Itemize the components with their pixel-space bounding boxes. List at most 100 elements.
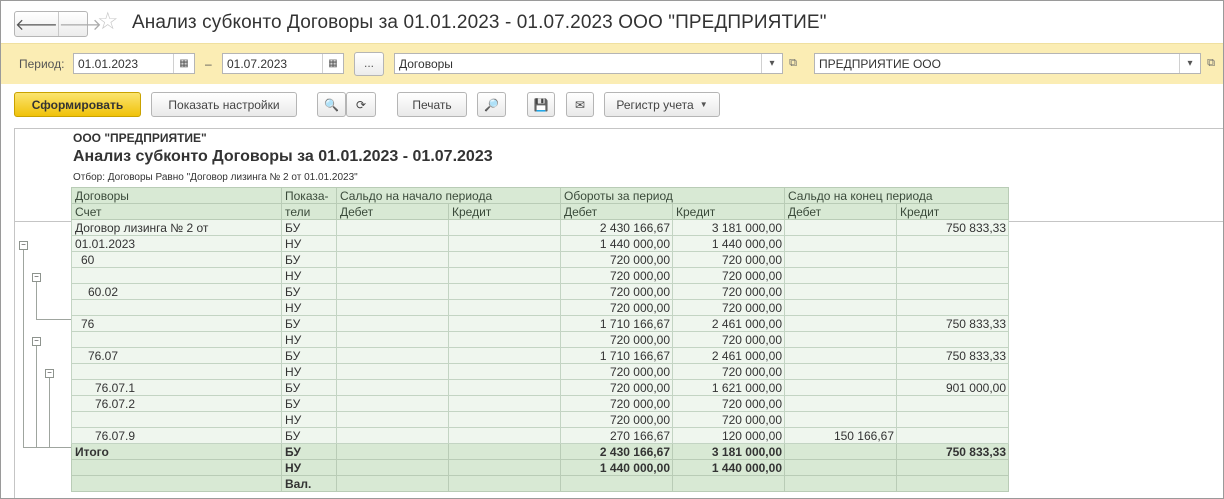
opening-credit <box>448 219 561 236</box>
calendar-icon[interactable]: ▦ <box>322 54 343 73</box>
organization-select[interactable]: ПРЕДПРИЯТИЕ ООО ▾ <box>814 53 1201 74</box>
turnover-credit <box>672 475 785 492</box>
report-window: 🡐 🡒 ☆ Анализ субконто Договоры за 01.01.… <box>0 0 1224 499</box>
row-indicator: Вал. <box>281 475 337 492</box>
opening-credit <box>448 443 561 460</box>
collapse-group-icon[interactable]: − <box>45 369 54 378</box>
row-account <box>71 267 282 284</box>
opening-debit <box>336 235 449 252</box>
closing-credit <box>896 235 1009 252</box>
closing-debit <box>784 251 897 268</box>
turnover-debit: 720 000,00 <box>560 411 673 428</box>
open-icon[interactable]: ⧉ <box>1201 53 1221 74</box>
turnover-debit: 720 000,00 <box>560 267 673 284</box>
opening-credit <box>448 331 561 348</box>
date-from-field[interactable]: 01.01.2023 ▦ <box>73 53 195 74</box>
open-icon[interactable]: ⧉ <box>783 53 803 74</box>
table-row[interactable]: НУ 720 000,00 720 000,00 <box>71 299 1009 316</box>
parameters-bar: Период: 01.01.2023 ▦ – 01.07.2023 ▦ ... … <box>1 43 1223 85</box>
chevron-down-icon[interactable]: ▾ <box>761 54 782 73</box>
turnover-credit: 3 181 000,00 <box>672 219 785 236</box>
turnover-credit: 720 000,00 <box>672 283 785 300</box>
total-row[interactable]: НУ 1 440 000,00 1 440 000,00 <box>71 459 1009 476</box>
mail-icon[interactable]: ✉ <box>566 92 594 117</box>
closing-debit <box>784 347 897 364</box>
opening-credit <box>448 235 561 252</box>
save-icon[interactable]: 💾 <box>527 92 555 117</box>
back-arrow-icon[interactable]: 🡐 <box>15 12 58 36</box>
row-indicator: БУ <box>281 283 337 300</box>
closing-credit: 750 833,33 <box>896 347 1009 364</box>
total-row[interactable]: Вал. <box>71 475 1009 492</box>
closing-credit: 750 833,33 <box>896 219 1009 236</box>
row-account: 76.07.9 <box>71 427 282 444</box>
turnover-debit: 720 000,00 <box>560 379 673 396</box>
turnover-debit: 720 000,00 <box>560 283 673 300</box>
turnover-credit: 720 000,00 <box>672 331 785 348</box>
closing-debit <box>784 299 897 316</box>
opening-debit <box>336 283 449 300</box>
table-row[interactable]: 76 БУ 1 710 166,67 2 461 000,00 750 833,33 <box>71 315 1009 332</box>
table-row[interactable]: 76.07.9 БУ 270 166,67 120 000,00 150 166,67 <box>71 427 1009 444</box>
opening-credit <box>448 475 561 492</box>
row-indicator: НУ <box>281 267 337 284</box>
search-icon[interactable]: 🔍 <box>317 92 346 117</box>
chevron-down-icon[interactable]: ▾ <box>1179 54 1200 73</box>
tree-line <box>23 245 24 447</box>
search-next-icon[interactable]: ⟳ <box>346 92 376 117</box>
opening-debit <box>336 443 449 460</box>
closing-credit: 750 833,33 <box>896 443 1009 460</box>
opening-credit <box>448 459 561 476</box>
closing-debit <box>784 315 897 332</box>
table-row[interactable]: 60.02 БУ 720 000,00 720 000,00 <box>71 283 1009 300</box>
period-label: Период: <box>19 57 65 71</box>
table-row[interactable]: 76.07.2 БУ 720 000,00 720 000,00 <box>71 395 1009 412</box>
row-account: Итого <box>71 443 282 460</box>
print-preview-icon[interactable]: 🔎 <box>477 92 506 117</box>
opening-credit <box>448 363 561 380</box>
closing-credit <box>896 411 1009 428</box>
row-account <box>71 331 282 348</box>
subconto-value: Договоры <box>399 57 453 71</box>
subconto-select[interactable]: Договоры ▾ <box>394 53 783 74</box>
closing-credit: 901 000,00 <box>896 379 1009 396</box>
register-dropdown-button[interactable]: Регистр учета ▼ <box>604 92 720 117</box>
report-area: ООО "ПРЕДПРИЯТИЕ" Анализ субконто Догово… <box>14 128 1223 498</box>
header-turnover: Обороты за период <box>560 187 785 204</box>
calendar-icon[interactable]: ▦ <box>173 54 194 73</box>
table-row[interactable]: Договор лизинга № 2 от БУ 2 430 166,67 3 18… <box>71 219 1009 236</box>
print-button[interactable]: Печать <box>397 92 467 117</box>
table-row[interactable]: НУ 720 000,00 720 000,00 <box>71 267 1009 284</box>
opening-credit <box>448 267 561 284</box>
window-title: Анализ субконто Договоры за 01.01.2023 -… <box>132 12 827 33</box>
collapse-group-icon[interactable]: − <box>32 273 41 282</box>
chevron-down-icon: ▼ <box>699 100 708 109</box>
favorite-star-icon[interactable]: ☆ <box>97 9 119 35</box>
table-row[interactable]: НУ 720 000,00 720 000,00 <box>71 331 1009 348</box>
collapse-group-icon[interactable]: − <box>32 337 41 346</box>
date-to-field[interactable]: 01.07.2023 ▦ <box>222 53 344 74</box>
table-row[interactable]: 76.07 БУ 1 710 166,67 2 461 000,00 750 833,3… <box>71 347 1009 364</box>
table-row[interactable]: 01.01.2023 НУ 1 440 000,00 1 440 000,00 <box>71 235 1009 252</box>
closing-credit: 750 833,33 <box>896 315 1009 332</box>
generate-button[interactable]: Сформировать <box>14 92 141 117</box>
turnover-credit: 720 000,00 <box>672 251 785 268</box>
turnover-debit: 1 440 000,00 <box>560 235 673 252</box>
forward-arrow-icon[interactable]: 🡒 <box>57 12 102 36</box>
turnover-debit: 720 000,00 <box>560 331 673 348</box>
table-row[interactable]: 76.07.1 БУ 720 000,00 1 621 000,00 901 000,0… <box>71 379 1009 396</box>
opening-debit <box>336 411 449 428</box>
collapse-group-icon[interactable]: − <box>19 241 28 250</box>
table-row[interactable]: 60 БУ 720 000,00 720 000,00 <box>71 251 1009 268</box>
table-row[interactable]: НУ 720 000,00 720 000,00 <box>71 363 1009 380</box>
opening-credit <box>448 283 561 300</box>
period-select-button[interactable]: ... <box>354 52 384 76</box>
turnover-debit: 1 710 166,67 <box>560 315 673 332</box>
table-row[interactable]: НУ 720 000,00 720 000,00 <box>71 411 1009 428</box>
row-account: 76.07.1 <box>71 379 282 396</box>
header-row: Счет тели Дебет Кредит Дебет Кредит Дебе… <box>71 203 1009 220</box>
opening-credit <box>448 299 561 316</box>
show-settings-button[interactable]: Показать настройки <box>151 92 297 117</box>
total-row[interactable]: Итого БУ 2 430 166,67 3 181 000,00 750 833,3… <box>71 443 1009 460</box>
organization-value: ПРЕДПРИЯТИЕ ООО <box>819 57 941 71</box>
